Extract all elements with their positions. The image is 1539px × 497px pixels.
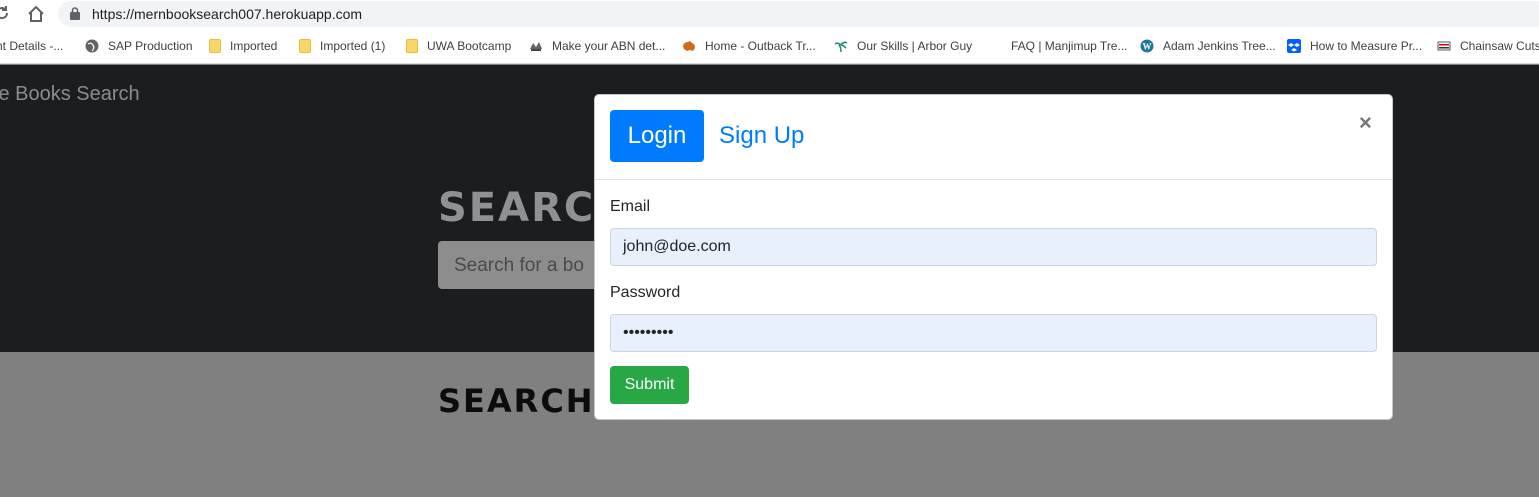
globe-icon [85,39,99,53]
search-input[interactable]: Search for a bo [438,241,608,289]
tab-signup[interactable]: Sign Up [719,110,804,162]
bookmark-item[interactable]: How to Measure Pr... [1287,38,1422,54]
email-label: Email [610,198,651,215]
bookmark-label: Imported [230,39,278,53]
bookmark-item[interactable]: FAQ | Manjimup Tre... [988,38,1127,54]
hero-title: SEARC [438,185,596,231]
gov-crest-icon [530,42,542,51]
submit-button[interactable]: Submit [610,366,689,404]
reload-icon[interactable] [0,5,10,21]
bookmark-label: UWA Bootcamp [427,39,512,53]
folder-icon [209,39,221,53]
wordpress-icon: W [1140,39,1154,53]
bookmark-label: Home - Outback Tr... [705,39,816,53]
bookmark-label: SAP Production [108,39,193,53]
bookmark-item[interactable]: Home - Outback Tr... [682,38,816,54]
bookmark-label: nt Details -... [0,39,64,53]
bookmark-label: FAQ | Manjimup Tre... [1011,39,1128,53]
tab-login[interactable]: Login [610,110,704,162]
password-label: Password [610,284,681,301]
bookmark-label: Adam Jenkins Tree... [1163,39,1276,53]
folder-icon [299,39,311,53]
lock-icon[interactable] [70,7,80,20]
bookmark-item[interactable]: Make your ABN det... [529,38,665,54]
bookmark-item[interactable]: UWA Bootcamp [406,38,511,54]
bookmark-item[interactable]: SAP Production [85,38,193,54]
page-icon [988,39,1002,53]
bookmark-label: Make your ABN det... [552,39,666,53]
navbar-brand[interactable]: le Books Search [0,83,140,106]
dropbox-icon [1287,39,1301,53]
svg-text:W: W [1143,42,1152,52]
folder-icon [406,39,418,53]
bookmark-item[interactable]: Our Skills | Arbor Guy [834,38,972,54]
home-icon[interactable] [27,5,45,23]
bookmark-label: Imported (1) [320,39,386,53]
password-field[interactable]: ••••••••• [610,314,1377,352]
bookmark-label: Chainsaw Cuts [1460,39,1539,53]
palm-icon [834,41,848,53]
bookmark-item[interactable]: Imported (1) [299,38,385,54]
results-title: SEARCH [438,382,595,420]
address-bar: https://mernbooksearch007.herokuapp.com [0,0,1539,28]
bookmark-item[interactable]: Imported [209,38,277,54]
bookmark-label: Our Skills | Arbor Guy [857,39,973,53]
bookmark-item[interactable]: nt Details -... [0,38,63,54]
email-field[interactable]: john@doe.com [610,228,1377,266]
bookmark-item[interactable]: W Adam Jenkins Tree... [1140,38,1276,54]
bookmark-label: How to Measure Pr... [1310,39,1423,53]
modal-header: Login Sign Up × [595,95,1392,180]
search-placeholder: Search for a bo [454,255,584,276]
login-modal: Login Sign Up × Email john@doe.com Passw… [594,94,1393,420]
bookmark-item[interactable]: Chainsaw Cuts [1437,38,1539,54]
url-text[interactable]: https://mernbooksearch007.herokuapp.com [92,6,362,22]
bookmarks-bar: nt Details -... SAP Production Imported … [0,28,1539,64]
australia-map-icon [683,41,695,51]
chainsaw-expert-icon [1437,41,1451,51]
close-icon[interactable]: × [1359,109,1372,137]
